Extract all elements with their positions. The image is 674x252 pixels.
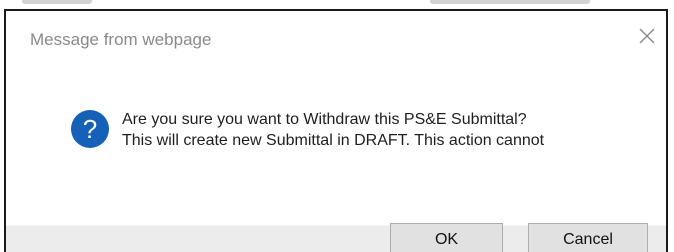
message-line: This will create new Submittal in DRAFT.… [122, 132, 545, 149]
message-line: Are you sure you want to Withdraw this P… [122, 111, 527, 128]
question-icon: ? [70, 109, 110, 149]
dialog-title: Message from webpage [30, 30, 212, 49]
message-dialog: Message from webpage ? Are you sure you … [4, 9, 668, 252]
dialog-titlebar: Message from webpage [6, 11, 666, 63]
close-icon[interactable] [636, 25, 658, 47]
svg-text:?: ? [83, 114, 97, 144]
dialog-message: Are you sure you want to Withdraw this P… [122, 109, 544, 151]
ok-button[interactable]: OK [390, 223, 503, 252]
background-page-fragment [0, 0, 674, 8]
dialog-content: ? Are you sure you want to Withdraw this… [70, 97, 646, 167]
cancel-button[interactable]: Cancel [528, 223, 648, 252]
screen: Message from webpage ? Are you sure you … [0, 0, 674, 252]
